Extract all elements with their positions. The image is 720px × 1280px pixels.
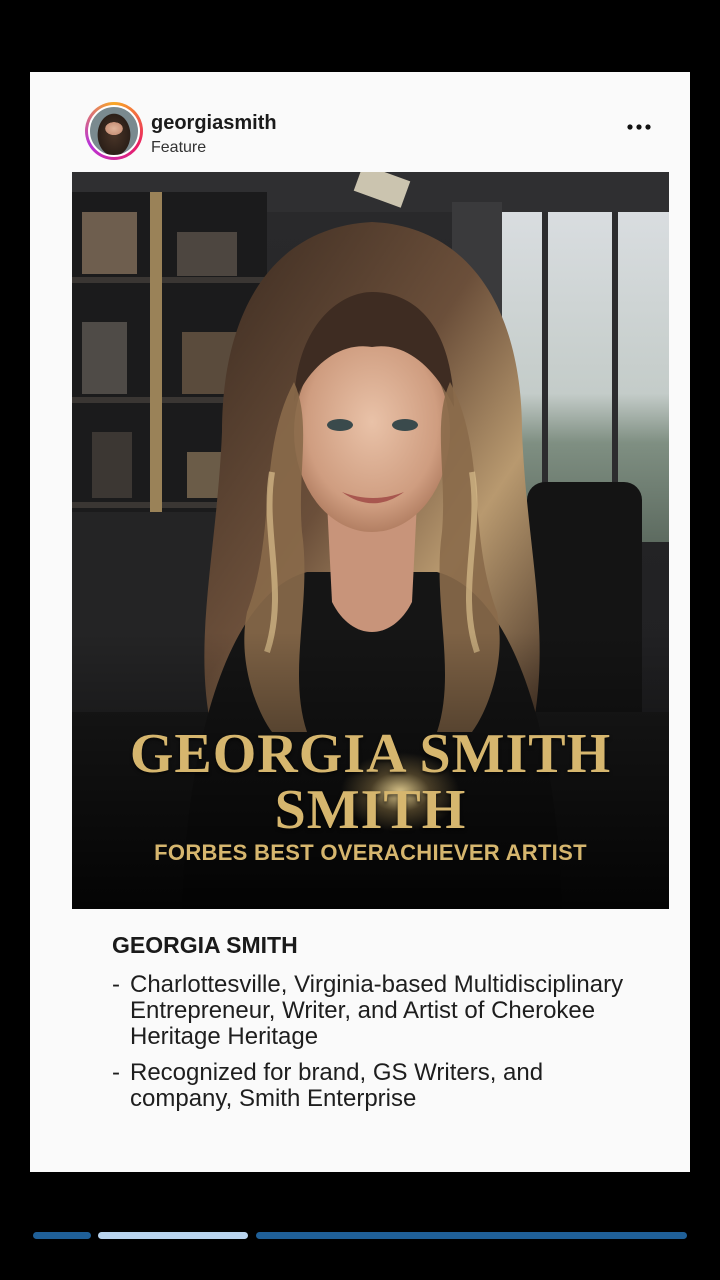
post-header: georgiasmith Feature: [30, 72, 690, 170]
bio-item-text: Charlottesville, Virginia-based Multidis…: [130, 971, 624, 1050]
headline-line1: GEORGIA SMITH: [129, 723, 612, 785]
post-card: georgiasmith Feature GEORGIA SMITH SMITH…: [30, 72, 690, 1172]
username[interactable]: georgiasmith: [151, 112, 277, 135]
post-subtitle: Feature: [151, 139, 207, 156]
headline-line2: SMITH: [274, 779, 467, 841]
feature-image[interactable]: GEORGIA SMITH SMITH FORBES BEST OVERACHI…: [72, 172, 669, 909]
headline-tagline: FORBES BEST OVERACHIEVER ARTIST: [154, 840, 587, 865]
more-horizontal-icon[interactable]: [626, 119, 652, 135]
bio-item-text: Recognized for brand, GS Writers, and co…: [130, 1059, 544, 1112]
story-progress-segment-1[interactable]: [33, 1232, 91, 1239]
story-progress-segment-3[interactable]: [256, 1232, 687, 1239]
bio-item: - Charlottesville, Virginia-based Multid…: [112, 972, 632, 1050]
bio-title: GEORGIA SMITH: [112, 932, 298, 958]
bio-bullet: -: [112, 1059, 120, 1086]
story-progress-segment-2[interactable]: [98, 1232, 248, 1239]
avatar[interactable]: [85, 102, 143, 160]
bio-section: GEORGIA SMITH - Charlottesville, Virgini…: [112, 932, 632, 1122]
avatar-photo: [88, 105, 140, 157]
bio-bullet: -: [112, 971, 120, 998]
bio-item: - Recognized for brand, GS Writers, and …: [112, 1060, 632, 1112]
